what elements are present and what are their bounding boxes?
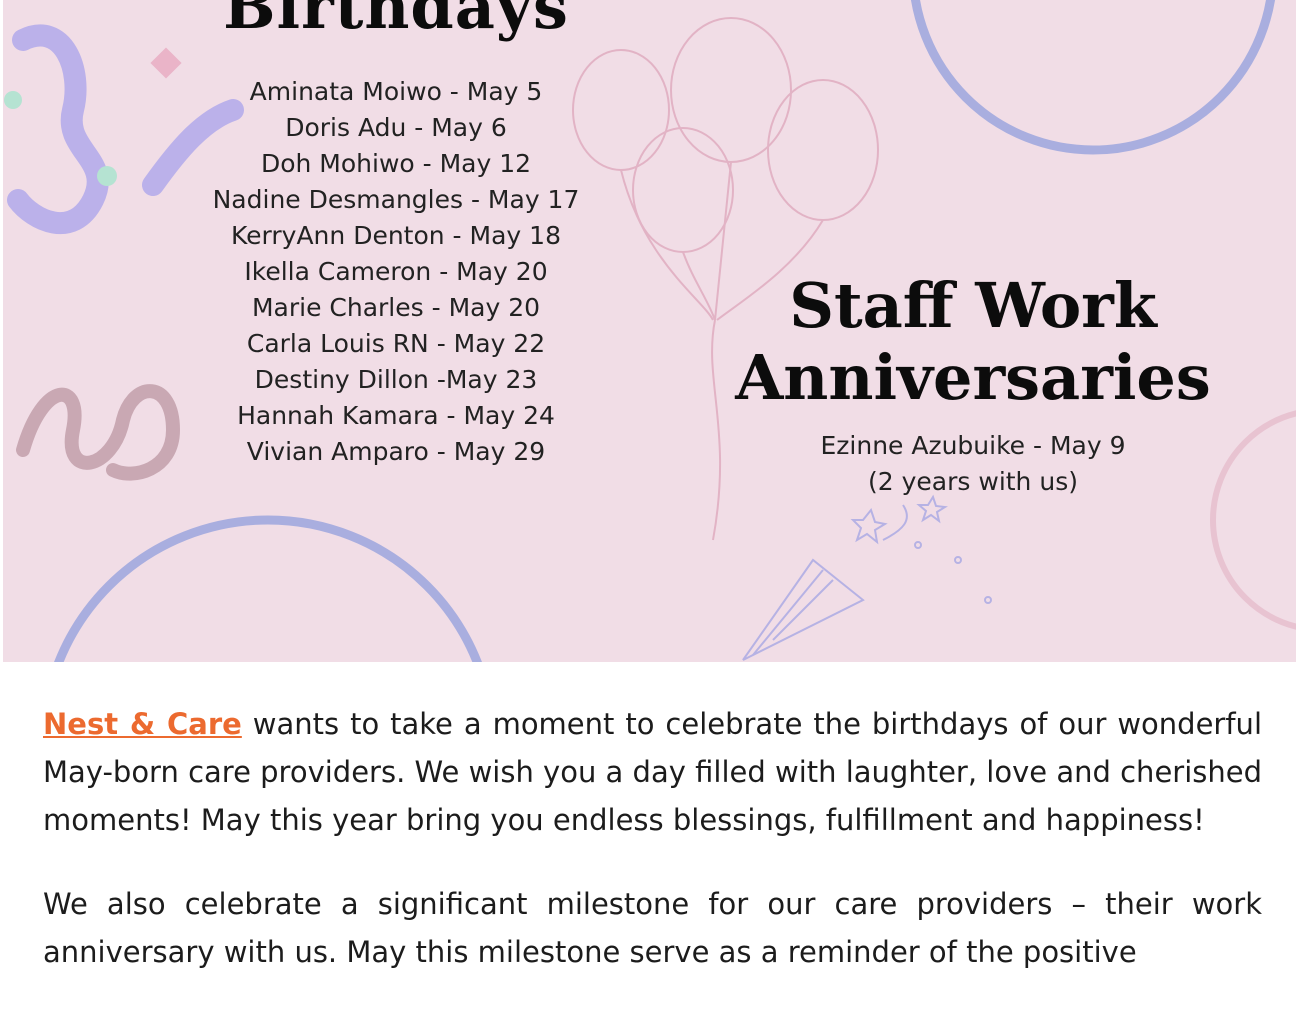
birthdays-title: Birthdays	[223, 0, 569, 43]
anniversary-entry-years: (2 years with us)	[868, 467, 1078, 496]
paragraph-birthdays: Nest & Care wants to take a moment to ce…	[43, 700, 1262, 844]
birthdays-list: Aminata Moiwo - May 5 Doris Adu - May 6 …	[3, 74, 789, 470]
ring-top-right	[910, 0, 1276, 155]
anniversaries-title-line1: Staff Work	[789, 269, 1157, 342]
celebration-banner: Birthdays Aminata Moiwo - May 5 Doris Ad…	[3, 0, 1296, 662]
list-item: Aminata Moiwo - May 5	[249, 77, 543, 106]
list-item: Nadine Desmangles - May 17	[212, 185, 580, 214]
anniversary-entry-name: Ezinne Azubuike - May 9	[820, 431, 1126, 460]
list-item: Doh Mohiwo - May 12	[260, 149, 532, 178]
anniversary-entry: Ezinne Azubuike - May 9 (2 years with us…	[703, 428, 1243, 500]
list-item: Destiny Dillon -May 23	[254, 365, 538, 394]
anniversaries-title: Staff Work Anniversaries	[703, 270, 1243, 414]
list-item: Ikella Cameron - May 20	[244, 257, 548, 286]
list-item: Carla Louis RN - May 22	[246, 329, 546, 358]
newsletter-body: Nest & Care wants to take a moment to ce…	[43, 700, 1262, 1012]
list-item: KerryAnn Denton - May 18	[231, 221, 561, 250]
brand-link[interactable]: Nest & Care	[43, 707, 242, 741]
paragraph-anniversaries: We also celebrate a significant mileston…	[43, 887, 1262, 969]
party-popper-sketch	[742, 494, 992, 661]
list-item: Marie Charles - May 20	[251, 293, 541, 322]
ring-bottom-left	[54, 515, 482, 662]
list-item: Vivian Amparo - May 29	[246, 437, 546, 466]
list-item: Hannah Kamara - May 24	[237, 401, 555, 430]
list-item: Doris Adu - May 6	[285, 113, 507, 142]
anniversaries-title-line2: Anniversaries	[735, 341, 1211, 414]
